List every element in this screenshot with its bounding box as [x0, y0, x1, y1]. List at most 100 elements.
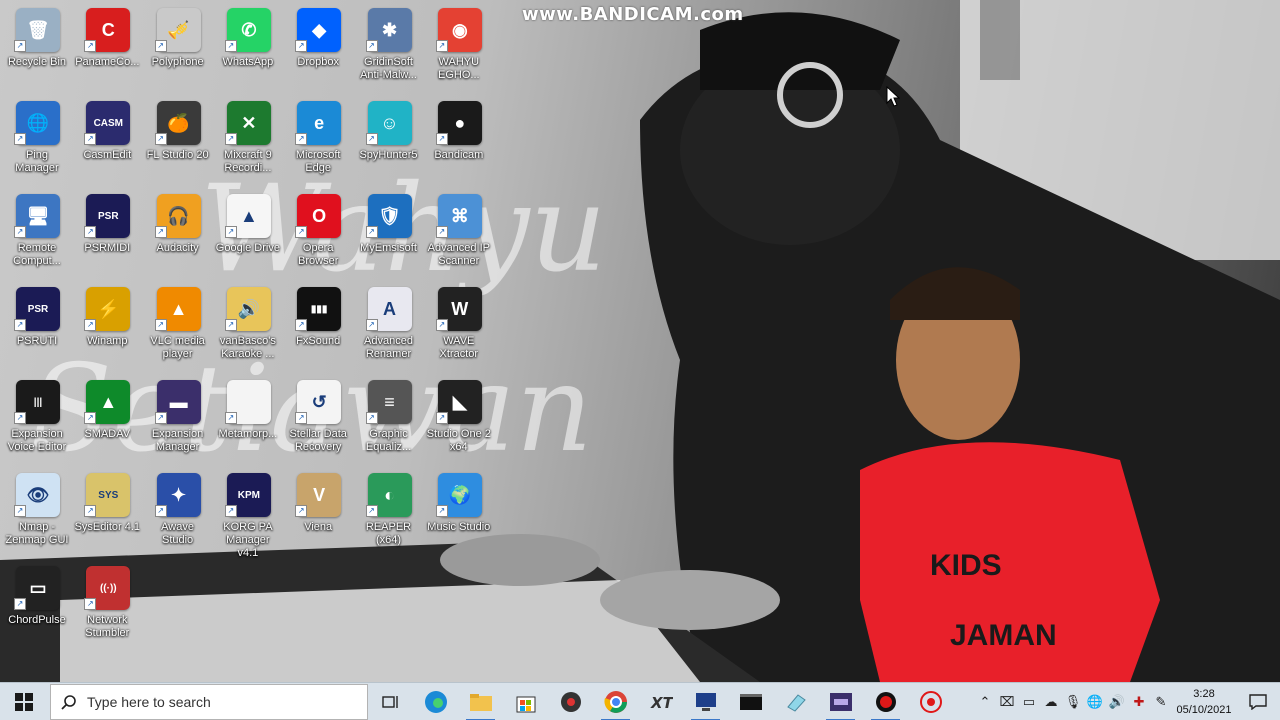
desktop-icon-graphic-equaliz[interactable]: ≡ ↗ Graphic Equaliz...	[356, 376, 422, 466]
microphone-icon[interactable]: 🎙	[1062, 683, 1084, 720]
desktop-icon-syseditor-4-1[interactable]: SYS ↗ SysEditor 4.1	[74, 469, 140, 559]
search-icon	[61, 695, 76, 710]
pen-icon[interactable]: ✎	[1150, 683, 1172, 720]
clock[interactable]: 3:28 05/10/2021	[1172, 686, 1236, 718]
desktop-icon-vanbasco-s-karaoke[interactable]: 🔊 ↗ vanBasco's Karaoke ...	[215, 283, 281, 373]
desktop-icon-wave-xtractor[interactable]: W ↗ WAVE Xtractor	[426, 283, 492, 373]
start-button[interactable]	[0, 683, 48, 720]
taskbar: Type here to search XT ⌃ ⌧ ▭ ☁ 🎙 🌐 🔊 ✚ ✎…	[0, 682, 1280, 720]
taskbar-remote-desktop[interactable]	[683, 683, 728, 720]
desktop-icon-psruti[interactable]: PSR ↗ PSRUTI	[4, 283, 70, 373]
shortcut-arrow-icon: ↗	[224, 505, 237, 517]
taskbar-expansion-manager[interactable]	[818, 683, 863, 720]
desktop-icon-google-drive[interactable]: ▲ ↗ Google Drive	[215, 190, 281, 280]
taskbar-eraser-app[interactable]	[773, 683, 818, 720]
desktop-icon-panameco[interactable]: C ↗ PanameCo...	[74, 4, 140, 94]
desktop-icon-myemsisoft[interactable]: 🛡 ↗ MyEmsisoft	[356, 190, 422, 280]
volume-icon[interactable]: 🔊	[1106, 683, 1128, 720]
desktop-icon-recycle-bin[interactable]: 🗑 ↗ Recycle Bin	[4, 4, 70, 94]
desktop-icon-label: SpyHunter5	[359, 149, 418, 161]
desktop-icon-ping-manager[interactable]: 🌐 ↗ Ping Manager	[4, 97, 70, 187]
desktop-icon-psrmidi[interactable]: PSR ↗ PSRMIDI	[74, 190, 140, 280]
desktop-icon-dropbox[interactable]: ◆ ↗ Dropbox	[285, 4, 351, 94]
mouse-cursor-icon	[886, 86, 900, 107]
desktop-icon-label: SMADAV	[84, 428, 131, 440]
desktop-icon-smadav[interactable]: ▲ ↗ SMADAV	[74, 376, 140, 466]
search-box[interactable]: Type here to search	[50, 684, 368, 720]
shortcut-arrow-icon: ↗	[435, 505, 448, 517]
desktop-icon-vlc-media-player[interactable]: ▲ ↗ VLC media player	[145, 283, 211, 373]
desktop-icon-reaper-x64[interactable]: ◐ ↗ REAPER (x64)	[356, 469, 422, 559]
desktop-icon-label: WhatsApp	[222, 56, 274, 68]
shortcut-arrow-icon: ↗	[435, 133, 448, 145]
taskbar-terminal[interactable]	[728, 683, 773, 720]
desktop-icon-nmap-zenmap-gui[interactable]: 👁 ↗ Nmap - Zenmap GUI	[4, 469, 70, 559]
desktop-icon-casmedit[interactable]: CASM ↗ CasmEdit	[74, 97, 140, 187]
desktop-icon-advanced-renamer[interactable]: A ↗ Advanced Renamer	[356, 283, 422, 373]
desktop-icon-studio-one-2-x64[interactable]: ◣ ↗ Studio One 2 x64	[426, 376, 492, 466]
desktop-icon-metamorp[interactable]: ↗ Metamorp...	[215, 376, 281, 466]
desktop-icon-awave-studio[interactable]: ✦ ↗ Awave Studio	[145, 469, 211, 559]
usb-icon[interactable]: ⌧	[996, 683, 1018, 720]
shortcut-arrow-icon: ↗	[14, 133, 26, 145]
desktop-icon-korg-pa-manager-v4-1[interactable]: KPM ↗ KORG PA Manager v4.1	[215, 469, 281, 559]
taskbar-edge[interactable]	[413, 683, 458, 720]
desktop-icon-label: Audacity	[156, 242, 199, 254]
desktop-icon-advanced-ip-scanner[interactable]: ⌘ ↗ Advanced IP Scanner	[426, 190, 492, 280]
desktop-icon-microsoft-edge[interactable]: e ↗ Microsoft Edge	[285, 97, 351, 187]
windows-logo-icon	[15, 693, 33, 711]
shortcut-arrow-icon: ↗	[14, 319, 26, 331]
notification-center-button[interactable]	[1236, 683, 1280, 720]
desktop-icon-label: Ping Manager	[15, 149, 59, 174]
desktop-icon-whatsapp[interactable]: ✆ ↗ WhatsApp	[215, 4, 281, 94]
shortcut-arrow-icon: ↗	[435, 226, 448, 238]
taskbar-store[interactable]	[503, 683, 548, 720]
desktop-icon-music-studio[interactable]: 🌍 ↗ Music Studio	[426, 469, 492, 559]
battery-icon[interactable]: ▭	[1018, 683, 1040, 720]
desktop-icon-label: Mixcraft 9 Recordi...	[224, 149, 272, 174]
desktop-icon-wahyu-egho[interactable]: ◉ ↗ WAHYU EGHO...	[426, 4, 492, 94]
desktop-icon-bandicam[interactable]: ● ↗ Bandicam	[426, 97, 492, 187]
desktop-icon-expansion-voice-editor[interactable]: ||| ↗ Expansion Voice Editor	[4, 376, 70, 466]
desktop-icon-viena[interactable]: V ↗ Viena	[285, 469, 351, 559]
store-bag-icon	[516, 696, 535, 713]
desktop-icon-gridinsoft-anti-malw[interactable]: ✱ ↗ GridinSoft Anti-Malw...	[356, 4, 422, 94]
shortcut-arrow-icon: ↗	[154, 133, 167, 145]
desktop-icon-label: Remote Comput...	[13, 242, 61, 267]
network-globe-icon[interactable]: 🌐	[1084, 683, 1106, 720]
desktop-icon-audacity[interactable]: 🎧 ↗ Audacity	[145, 190, 211, 280]
desktop-icon-label: Expansion Manager	[151, 428, 204, 453]
desktop-icon-expansion-manager[interactable]: ▬ ↗ Expansion Manager	[145, 376, 211, 466]
shortcut-arrow-icon: ↗	[84, 40, 97, 52]
shortcut-arrow-icon: ↗	[154, 412, 167, 424]
desktop-icon-label: Google Drive	[215, 242, 280, 254]
taskbar-xt-app[interactable]: XT	[638, 683, 683, 720]
taskbar-file-explorer[interactable]	[458, 683, 503, 720]
shortcut-arrow-icon: ↗	[295, 505, 308, 517]
desktop-icon-polyphone[interactable]: 🎺 ↗ Polyphone	[145, 4, 211, 94]
desktop-icon-spyhunter5[interactable]: ☺ ↗ SpyHunter5	[356, 97, 422, 187]
desktop-icon-label: Network Stumbler	[85, 614, 130, 639]
taskbar-chrome[interactable]	[593, 683, 638, 720]
shortcut-arrow-icon: ↗	[365, 40, 378, 52]
desktop-icon-stellar-data-recovery[interactable]: ↺ ↗ Stellar Data Recovery	[285, 376, 351, 466]
desktop-icon-winamp[interactable]: ⚡ ↗ Winamp	[74, 283, 140, 373]
taskbar-bandicam-record[interactable]	[863, 683, 908, 720]
taskbar-media-player[interactable]	[548, 683, 593, 720]
show-hidden-icons-chevron-icon[interactable]: ⌃	[974, 683, 996, 720]
desktop-icon-mixcraft-9-recordi[interactable]: ✕ ↗ Mixcraft 9 Recordi...	[215, 97, 281, 187]
target-icon	[919, 691, 942, 713]
desktop-icon-fxsound[interactable]: ▮▮▮ ↗ FxSound	[285, 283, 351, 373]
cloud-icon[interactable]: ☁	[1040, 683, 1062, 720]
desktop-icon-label: PSRMIDI	[84, 242, 131, 254]
task-view-icon	[381, 696, 398, 708]
desktop-icon-network-stumbler[interactable]: ((·)) ↗ Network Stumbler	[74, 562, 140, 652]
desktop-icon-remote-comput[interactable]: 🖥 ↗ Remote Comput...	[4, 190, 70, 280]
desktop-icon-opera-browser[interactable]: O ↗ Opera Browser	[285, 190, 351, 280]
desktop-icon-label: Awave Studio	[161, 521, 194, 546]
desktop-icon-fl-studio-20[interactable]: 🍊 ↗ FL Studio 20	[145, 97, 211, 187]
desktop-icon-chordpulse[interactable]: ▭ ↗ ChordPulse	[4, 562, 70, 652]
security-icon[interactable]: ✚	[1128, 683, 1150, 720]
task-view-button[interactable]	[368, 683, 413, 720]
taskbar-bandicam-target[interactable]	[908, 683, 953, 720]
